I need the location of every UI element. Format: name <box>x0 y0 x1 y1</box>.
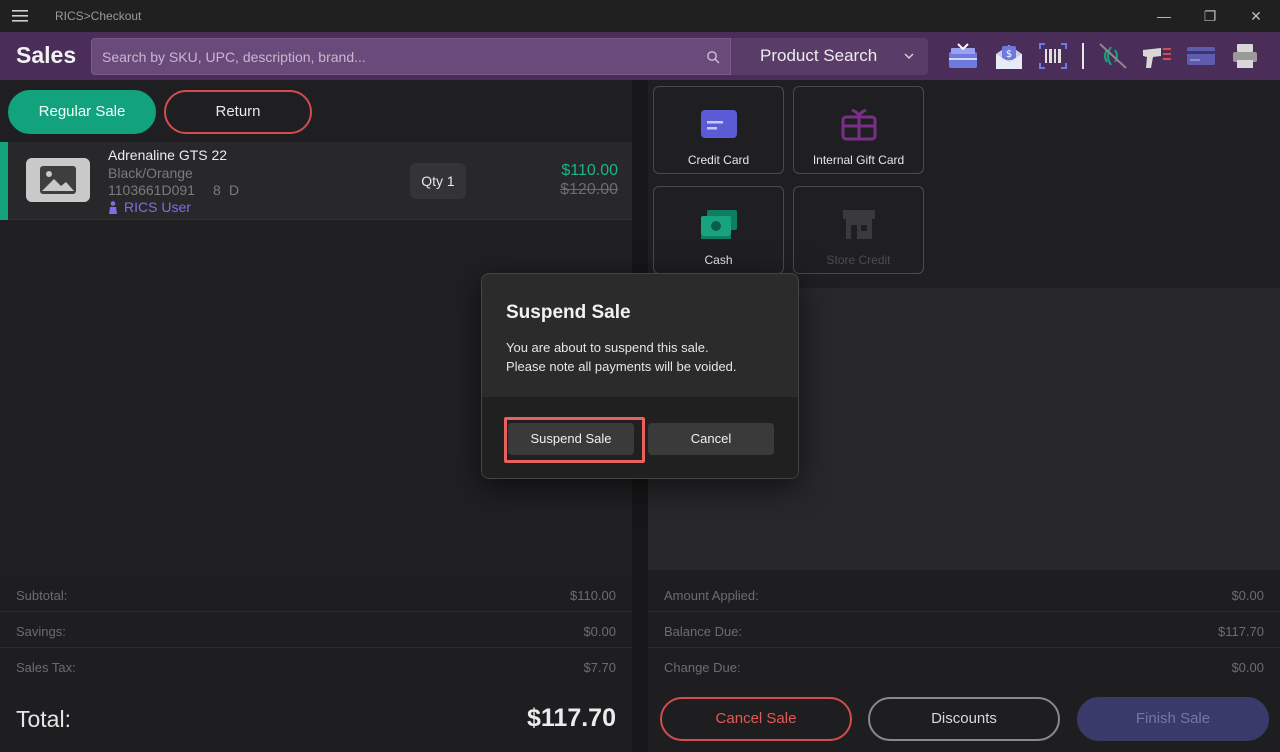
highlight-box <box>504 417 645 463</box>
dialog-footer: Suspend Sale Cancel <box>482 397 798 478</box>
dialog-message-line-1: You are about to suspend this sale. <box>506 340 709 355</box>
suspend-sale-dialog: Suspend Sale You are about to suspend th… <box>481 273 799 479</box>
dialog-title: Suspend Sale <box>506 302 631 323</box>
dialog-cancel-button[interactable]: Cancel <box>648 423 774 455</box>
dialog-message-line-2: Please note all payments will be voided. <box>506 359 737 374</box>
